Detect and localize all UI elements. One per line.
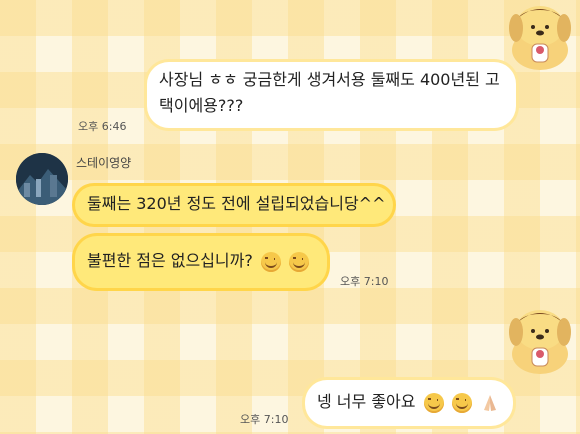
message-bubble-received-2[interactable]: 불편한 점은 없으십니까? [75, 236, 327, 288]
smiling-face-icon [260, 251, 281, 272]
message-bubble-sent-1[interactable]: 사장님 ㅎㅎ 궁금한게 생겨서용 둘째도 400년된 고 택이에용??? [147, 62, 516, 128]
avatar[interactable] [16, 153, 68, 205]
sender-name: 스테이영양 [76, 156, 132, 170]
folded-hands-icon [483, 394, 496, 411]
smiling-face-icon [423, 392, 444, 413]
message-bubble-sent-2[interactable]: 넹 너무 좋아요 [305, 380, 513, 426]
message-text-line2: 택이에용??? [159, 96, 244, 115]
pompompurin-sticker-icon [509, 310, 571, 374]
message-text: 넹 너무 좋아요 [317, 392, 416, 411]
message-time: 오후 7:10 [340, 275, 389, 288]
pompompurin-sticker-icon [509, 6, 571, 70]
smiling-face-icon [451, 392, 472, 413]
message-text-line1: 사장님 ㅎㅎ 궁금한게 생겨서용 둘째도 400년된 고 [159, 70, 500, 89]
message-bubble-received-1[interactable]: 둘째는 320년 정도 전에 설립되었습니당^^ [75, 186, 393, 224]
message-time: 오후 7:10 [240, 413, 289, 426]
character-sticker-top [502, 0, 578, 70]
avatar-image-icon [16, 153, 68, 205]
message-time: 오후 6:46 [78, 120, 127, 133]
message-text: 불편한 점은 없으십니까? [87, 251, 253, 270]
character-sticker-bottom [502, 304, 578, 374]
smiling-face-icon [289, 251, 310, 272]
message-text: 둘째는 320년 정도 전에 설립되었습니당^^ [87, 194, 386, 213]
